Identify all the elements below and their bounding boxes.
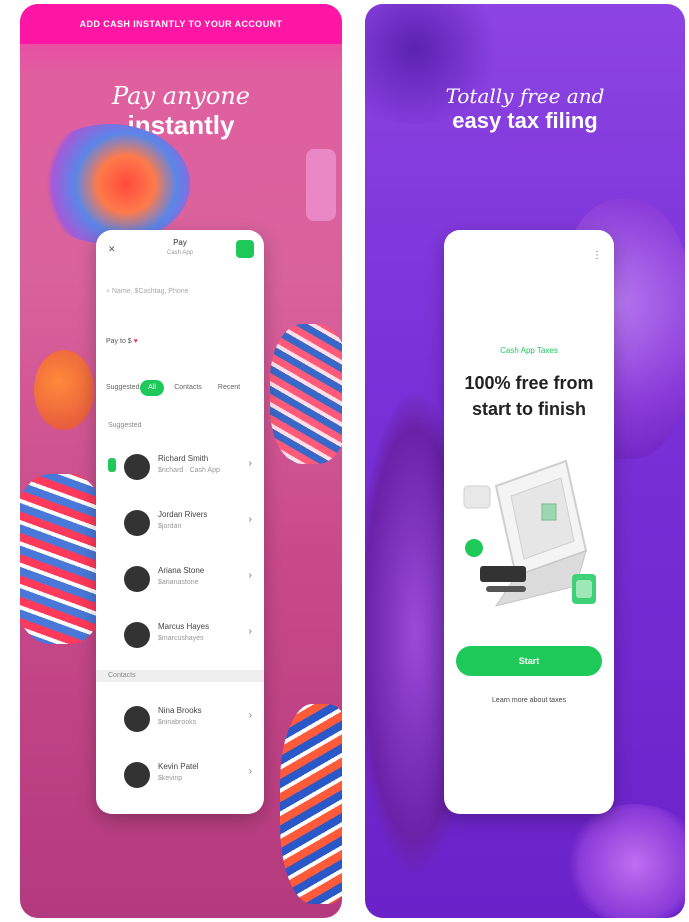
contact-row[interactable]: Kevin Patel $kevinp › (96, 748, 264, 804)
contact-cashtag: $richard · Cash App (158, 467, 220, 474)
tax-phone-mockup: ⋮ Cash App Taxes 100% free from start to… (444, 230, 614, 814)
pay-button[interactable] (236, 240, 254, 258)
contact-cashtag: $jordan (158, 523, 182, 530)
section-suggested: Suggested (108, 422, 142, 429)
pink-block-decoration (306, 149, 336, 221)
more-icon[interactable]: ⋮ (592, 250, 602, 261)
striped-shape-decoration (270, 324, 342, 464)
money-icon (572, 574, 596, 604)
avatar (124, 566, 150, 592)
chevron-right-icon: › (248, 766, 252, 777)
contact-row[interactable]: Nina Brooks $ninabrooks › (96, 692, 264, 748)
contact-cashtag: $kevinp (158, 775, 183, 782)
learn-more-button[interactable]: Learn more about taxes (456, 686, 602, 716)
avatar (124, 706, 150, 732)
contact-name: Kevin Patel (158, 762, 199, 771)
selected-indicator (108, 458, 116, 472)
contact-row[interactable]: Ariana Stone $arianastone › (96, 552, 264, 608)
sphere-decoration (565, 804, 685, 918)
headline-line1: Totally free and (445, 84, 605, 108)
headline-line1: Pay anyone (112, 82, 250, 110)
search-input[interactable]: ⌕ Name, $Cashtag, Phone (106, 288, 189, 296)
contact-name: Ariana Stone (158, 566, 205, 575)
tax-headline: Totally free and easy tax filing (365, 84, 685, 134)
filter-tabs: Suggested All Contacts Recent (106, 380, 264, 396)
contact-name: Jordan Rivers (158, 510, 208, 519)
contact-name: Richard Smith (158, 454, 209, 463)
avatar (124, 762, 150, 788)
wavy-shape-decoration (30, 124, 190, 244)
checkmark-icon (465, 539, 483, 557)
avatar (124, 510, 150, 536)
avatar (124, 454, 150, 480)
tax-title: 100% free from start to finish (464, 373, 594, 419)
promo-banner: ADD CASH INSTANTLY TO YOUR ACCOUNT (20, 4, 342, 44)
section-contacts: Contacts (108, 672, 136, 679)
striped-shape-decoration (280, 704, 342, 904)
tab-all[interactable]: All (140, 380, 164, 396)
contact-row[interactable]: Marcus Hayes $marcushayes › (96, 608, 264, 664)
heart-icon: ♥ (133, 338, 138, 345)
pay-phone-mockup: ✕ Pay Cash App ⌕ Name, $Cashtag, Phone P… (96, 230, 264, 814)
contact-cashtag: $ninabrooks (158, 719, 197, 726)
send-to-row[interactable]: Pay to $ ♥ (106, 338, 138, 345)
send-to-label: Pay to $ (106, 338, 132, 345)
tab-suggested[interactable]: Suggested (106, 380, 139, 396)
contact-row[interactable]: Jordan Rivers $jordan › (96, 496, 264, 552)
pay-promo-screenshot: ADD CASH INSTANTLY TO YOUR ACCOUNT Pay a… (20, 4, 342, 918)
contact-cashtag: $arianastone (158, 579, 199, 586)
avatar (124, 622, 150, 648)
contact-row[interactable]: Richard Smith $richard · Cash App › (96, 440, 264, 496)
contact-name: Marcus Hayes (158, 622, 210, 631)
chevron-right-icon: › (248, 710, 252, 721)
start-button[interactable]: Start (456, 646, 602, 676)
tax-promo-screenshot: Totally free and easy tax filing ⋮ Cash … (365, 4, 685, 918)
chevron-right-icon: › (248, 514, 252, 525)
laptop-illustration (463, 459, 596, 607)
headline-line2: easy tax filing (452, 108, 598, 133)
orange-egg-decoration (34, 350, 94, 430)
calculator-icon (480, 566, 526, 592)
chevron-right-icon: › (248, 626, 252, 637)
document-icon (463, 485, 491, 509)
chevron-right-icon: › (248, 570, 252, 581)
search-placeholder: Name, $Cashtag, Phone (111, 288, 189, 295)
tab-contacts[interactable]: Contacts (168, 380, 208, 396)
contact-name: Nina Brooks (158, 706, 202, 715)
kicker-text: Cash App Taxes (500, 346, 558, 355)
tab-recent[interactable]: Recent (212, 380, 246, 396)
chevron-right-icon: › (248, 458, 252, 469)
contact-cashtag: $marcushayes (158, 635, 204, 642)
